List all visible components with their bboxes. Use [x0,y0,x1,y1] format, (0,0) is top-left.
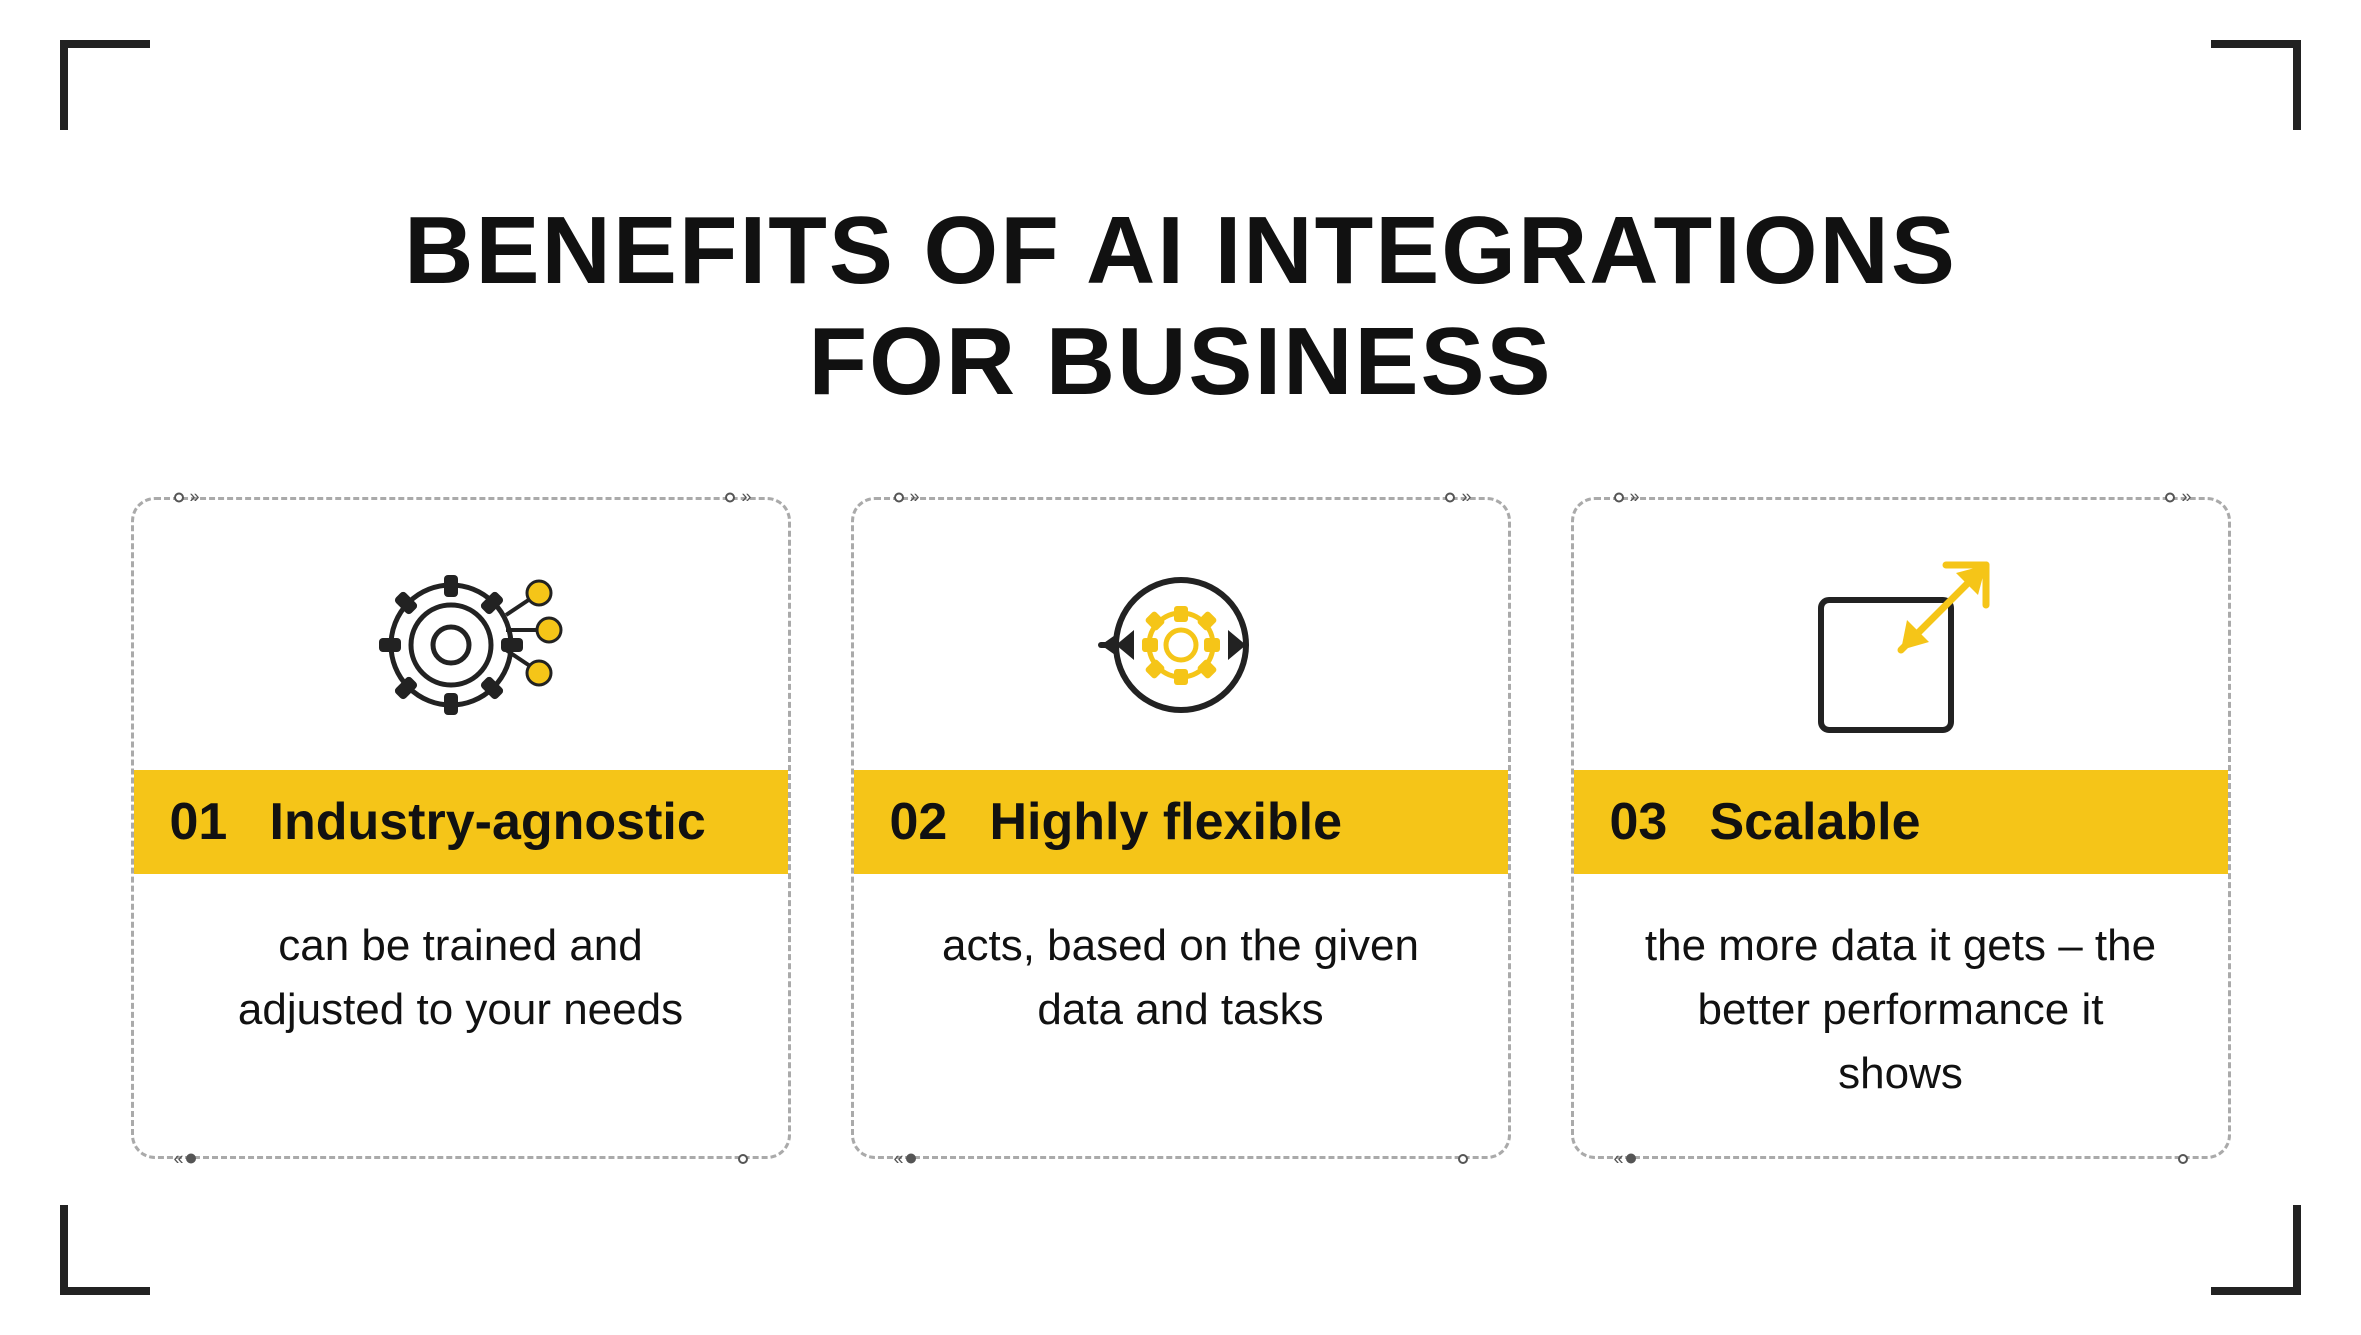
card3-label-text: Scalable [1710,792,1921,852]
title-line2: FOR BUSINESS [808,308,1552,415]
gear-network-icon [351,535,571,755]
card2-label: 02 Highly flexible [854,770,1508,874]
card-highly-flexible: » » « [851,497,1511,1158]
card3-connector-top-right: » [2165,487,2187,508]
scale-arrows-icon [1791,535,2011,755]
card3-body: the more data it gets – the better perfo… [1574,874,2228,1115]
card2-icon-area [854,500,1508,770]
title-line1: BENEFITS OF AI INTEGRATIONS [404,197,1957,304]
card2-connector-bottom-right [1458,1154,1468,1164]
card3-connector-top-left: » [1614,487,1636,508]
page-title: BENEFITS OF AI INTEGRATIONS FOR BUSINESS [404,196,1957,417]
card3-icon-area [1574,500,2228,770]
corner-bracket-bottom-right [2211,1205,2301,1295]
card2-label-text: Highly flexible [990,792,1343,852]
card3-connector-bottom-right [2178,1154,2188,1164]
card1-connector-top-right: » [725,487,747,508]
card1-connector-bottom-left: « [174,1148,196,1169]
card2-connector-top-right: » [1445,487,1467,508]
card-scalable: » » « [1571,497,2231,1158]
card3-connector-bottom-left: « [1614,1148,1636,1169]
corner-bracket-bottom-left [60,1205,150,1295]
circular-arrows-gear-icon [1066,530,1296,760]
corner-bracket-top-right [2211,40,2301,130]
card1-label: 01 Industry-agnostic [134,770,788,874]
card1-number: 01 [170,792,250,852]
card3-label: 03 Scalable [1574,770,2228,874]
card1-connector-bottom-right [738,1154,748,1164]
corner-bracket-top-left [60,40,150,130]
card1-body: can be trained and adjusted to your need… [134,874,788,1052]
cards-container: » » « [131,497,2231,1158]
card2-body: acts, based on the given data and tasks [854,874,1508,1052]
card1-connector-top-left: » [174,487,196,508]
card-industry-agnostic: » » « [131,497,791,1158]
card2-connector-bottom-left: « [894,1148,916,1169]
card3-number: 03 [1610,792,1690,852]
card2-connector-top-left: » [894,487,916,508]
card1-label-text: Industry-agnostic [270,792,706,852]
card1-icon-area [134,500,788,770]
card2-number: 02 [890,792,970,852]
